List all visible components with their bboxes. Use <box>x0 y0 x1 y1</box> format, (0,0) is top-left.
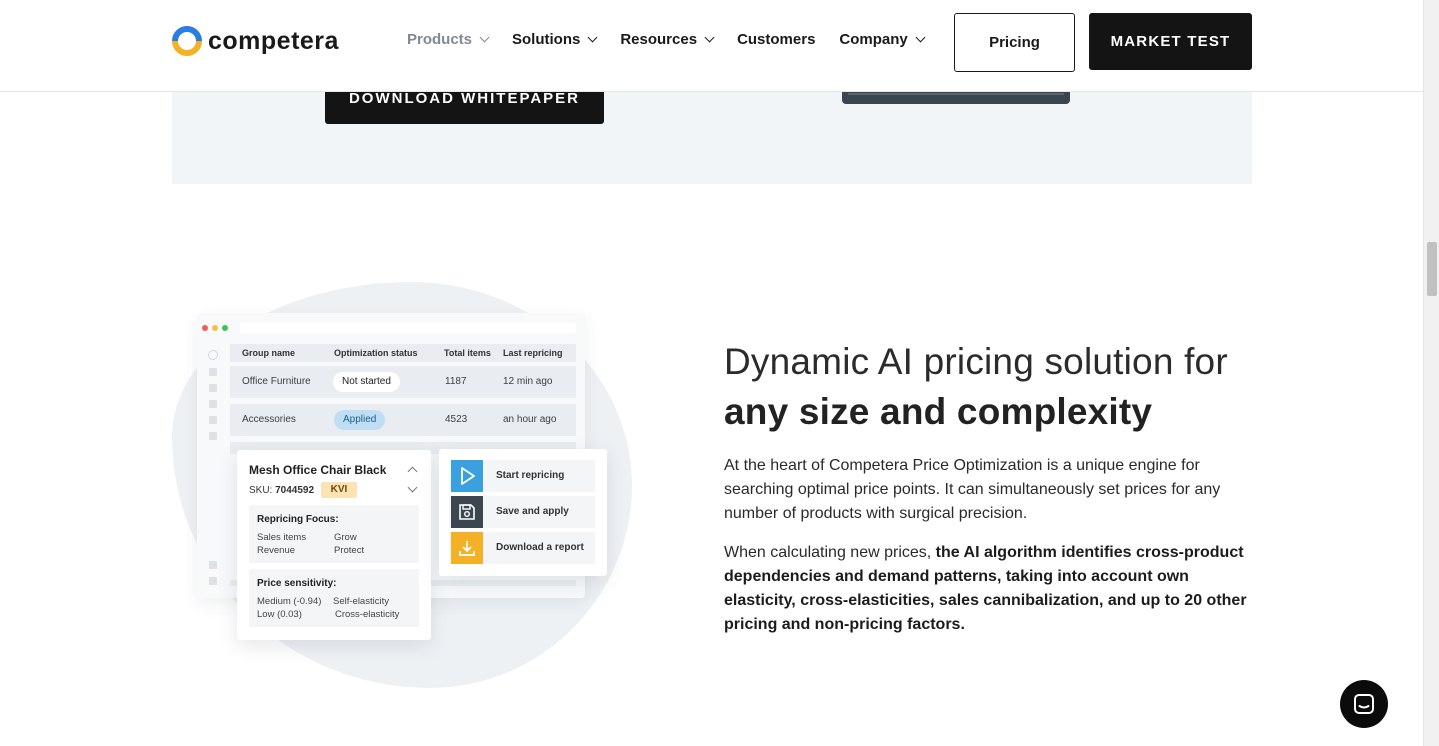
pricing-button[interactable]: Pricing <box>954 13 1075 72</box>
sidebar-icon <box>209 400 217 408</box>
column-header: Optimization status <box>334 348 418 358</box>
total-items-cell: 1187 <box>445 376 467 387</box>
nav-company[interactable]: Company <box>839 31 926 48</box>
nav-products[interactable]: Products <box>407 31 490 48</box>
table-header: Group name Optimization status Total ite… <box>230 344 576 362</box>
actions-panel: Start repricing Save and apply Download … <box>439 449 607 576</box>
kvi-badge: KVI <box>321 482 357 498</box>
group-name-cell: Accessories <box>242 414 296 425</box>
sidebar-icon <box>209 384 217 392</box>
repricing-focus-title: Repricing Focus: <box>257 514 339 525</box>
chat-icon <box>1354 694 1374 714</box>
save-apply-action: Save and apply <box>449 496 595 528</box>
sku-label: SKU: <box>249 485 273 496</box>
sidebar-icon <box>209 561 217 569</box>
download-icon <box>451 532 483 564</box>
site-header: competera Products Solutions Resources C… <box>0 0 1423 92</box>
column-header: Total items <box>444 348 491 358</box>
scrollbar-thumb[interactable] <box>1427 242 1437 296</box>
page: DOWNLOAD WHITEPAPER competera Products S… <box>0 0 1439 746</box>
last-repricing-cell: an hour ago <box>503 414 557 425</box>
repricing-focus-box: Repricing Focus: Sales items Revenue Gro… <box>249 505 419 563</box>
sidebar-icon <box>209 368 217 376</box>
window-controls <box>202 325 228 331</box>
nav-solutions-label: Solutions <box>512 31 581 48</box>
chevron-down-icon <box>915 32 926 43</box>
market-test-button[interactable]: MARKET TEST <box>1089 13 1252 70</box>
product-title: Mesh Office Chair Black <box>249 463 387 477</box>
headline-bold: any size and complexity <box>724 391 1153 432</box>
sidebar-ring-icon <box>208 350 218 360</box>
focus-metric: Revenue <box>257 545 296 556</box>
status-badge: Applied <box>334 410 386 430</box>
section-headline: Dynamic AI pricing solution for any size… <box>724 337 1264 437</box>
column-header: Group name <box>242 348 296 358</box>
chevron-down-icon <box>587 32 598 43</box>
focus-metric: Sales items <box>257 532 307 543</box>
sensitivity-value: Medium (-0.94) <box>257 596 322 607</box>
sku-line: SKU: 7044592 <box>249 485 314 496</box>
chevron-down-icon <box>704 32 715 43</box>
sidebar-icon <box>209 577 217 585</box>
nav-customers[interactable]: Customers <box>737 31 815 48</box>
logo-icon <box>172 26 202 56</box>
page-scrollbar[interactable] <box>1423 0 1439 746</box>
chat-launcher-button[interactable] <box>1340 680 1388 728</box>
sensitivity-type: Self-elasticity <box>333 596 389 607</box>
algorithm-paragraph: When calculating new prices, the AI algo… <box>724 541 1254 637</box>
nav-products-label: Products <box>407 31 473 48</box>
maximize-dot <box>222 325 228 331</box>
column-header: Last repricing <box>503 348 563 358</box>
focus-goal: Protect <box>334 545 365 556</box>
nav-resources[interactable]: Resources <box>620 31 715 48</box>
sidebar-icon <box>209 432 217 440</box>
action-label: Save and apply <box>496 506 569 517</box>
sensitivity-type: Cross-elasticity <box>335 609 400 620</box>
action-label: Download a report <box>496 542 584 553</box>
download-report-action: Download a report <box>449 532 595 564</box>
nav-company-label: Company <box>839 31 908 48</box>
nav-resources-label: Resources <box>620 31 698 48</box>
group-name-cell: Office Furniture <box>242 376 311 387</box>
price-sensitivity-box: Price sensitivity: Medium (-0.94) Low (0… <box>249 569 419 627</box>
product-card: Mesh Office Chair Black SKU: 7044592 KVI… <box>237 450 431 640</box>
total-items-cell: 4523 <box>445 414 468 425</box>
nav-solutions[interactable]: Solutions <box>512 31 598 48</box>
status-badge: Not started <box>333 372 400 392</box>
intro-paragraph: At the heart of Competera Price Optimiza… <box>724 457 1221 522</box>
start-repricing-action: Start repricing <box>449 460 595 492</box>
table-row: Accessories Applied 4523 an hour ago <box>230 404 576 436</box>
logo[interactable]: competera <box>172 26 339 56</box>
play-icon <box>451 460 483 492</box>
chevron-down-icon <box>479 32 490 43</box>
chevron-down-icon <box>407 482 418 493</box>
nav-customers-label: Customers <box>737 31 816 48</box>
minimize-dot <box>212 325 218 331</box>
last-repricing-cell: 12 min ago <box>503 376 553 387</box>
close-dot <box>202 325 208 331</box>
sensitivity-value: Low (0.03) <box>257 609 302 620</box>
paragraph-prefix: When calculating new prices, <box>724 544 936 561</box>
save-icon <box>451 496 483 528</box>
table-row: Office Furniture Not started 1187 12 min… <box>230 366 576 398</box>
chevron-up-icon <box>407 466 418 477</box>
sku-value: 7044592 <box>275 485 315 496</box>
action-label: Start repricing <box>496 470 565 481</box>
sidebar-icon <box>209 416 217 424</box>
headline-light: Dynamic AI pricing solution for <box>724 341 1228 382</box>
main-nav: Products Solutions Resources Customers C… <box>407 31 948 48</box>
price-sensitivity-title: Price sensitivity: <box>257 578 337 589</box>
address-bar <box>240 323 576 333</box>
focus-goal: Grow <box>334 532 357 543</box>
logo-wordmark: competera <box>208 26 339 55</box>
